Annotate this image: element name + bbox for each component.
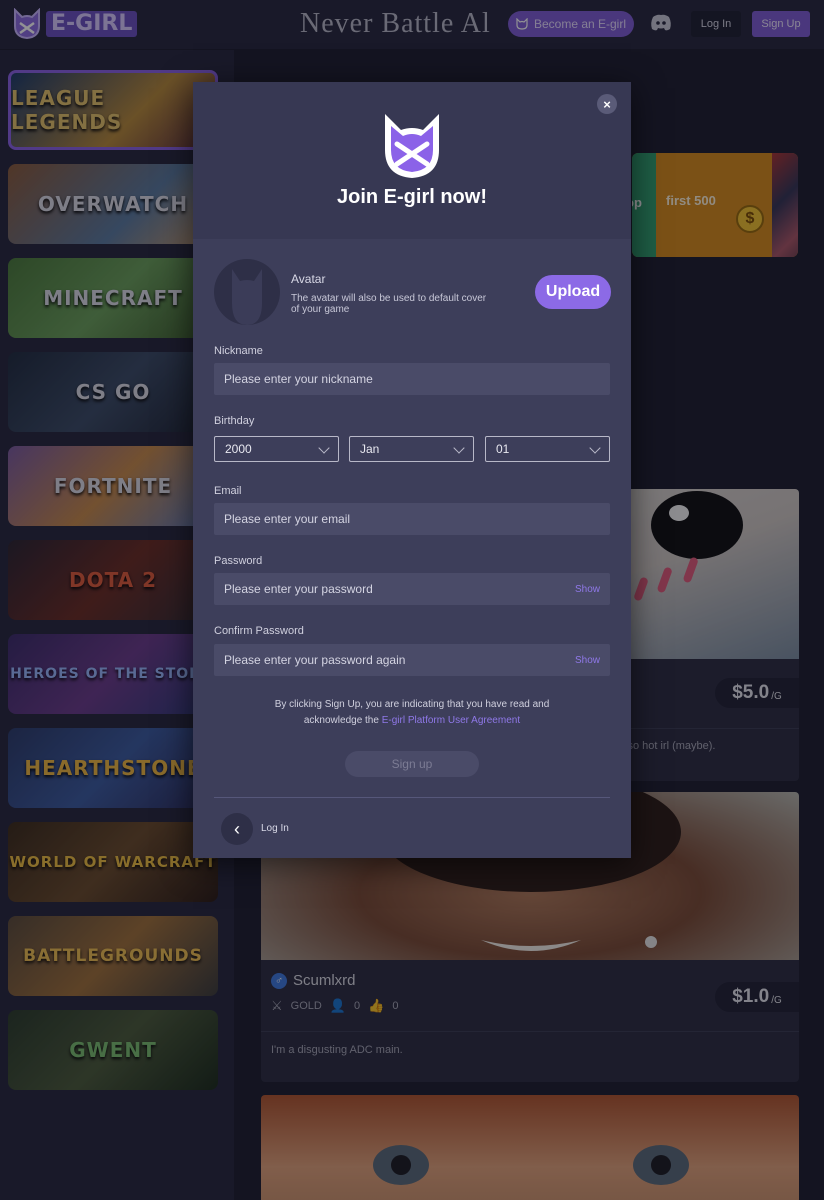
chevron-down-icon	[589, 442, 601, 454]
birthday-label: Birthday	[214, 415, 255, 427]
show-password-toggle[interactable]: Show	[575, 584, 600, 595]
agreement-line-2: acknowledge the E-girl Platform User Agr…	[193, 713, 631, 729]
close-button[interactable]: ×	[597, 94, 617, 114]
email-field[interactable]: Please enter your email	[214, 503, 610, 535]
birth-month-value: Jan	[360, 442, 380, 456]
birth-year-value: 2000	[225, 442, 252, 456]
back-to-login-button[interactable]: ‹	[221, 813, 253, 845]
confirm-password-label: Confirm Password	[214, 625, 304, 637]
chevron-down-icon	[318, 442, 330, 454]
birth-month-select[interactable]: Jan	[349, 436, 474, 462]
chevron-down-icon	[453, 442, 465, 454]
cat-logo-icon	[385, 114, 439, 178]
agreement-line-1: By clicking Sign Up, you are indicating …	[274, 699, 550, 710]
modal-divider	[214, 797, 610, 798]
nickname-label: Nickname	[214, 345, 263, 357]
password-label: Password	[214, 555, 263, 567]
nickname-placeholder: Please enter your nickname	[224, 372, 373, 386]
avatar-hint: The avatar will also be used to default …	[291, 293, 487, 315]
birth-day-value: 01	[496, 442, 510, 456]
chevron-left-icon: ‹	[234, 818, 240, 839]
user-agreement-link[interactable]: E-girl Platform User Agreement	[382, 715, 520, 726]
show-confirm-password-toggle[interactable]: Show	[575, 655, 600, 666]
confirm-password-field[interactable]: Please enter your password again Show	[214, 644, 610, 676]
birth-year-select[interactable]: 2000	[214, 436, 339, 462]
signup-submit-button[interactable]: Sign up	[345, 751, 479, 777]
password-placeholder: Please enter your password	[224, 582, 373, 596]
agreement-text: By clicking Sign Up, you are indicating …	[193, 697, 631, 729]
upload-button[interactable]: Upload	[535, 275, 611, 309]
signup-modal: × Join E-girl now! Avatar The avatar wil…	[193, 82, 631, 858]
confirm-password-placeholder: Please enter your password again	[224, 653, 406, 667]
agreement-prefix: acknowledge the	[303, 715, 379, 726]
birth-day-select[interactable]: 01	[485, 436, 610, 462]
password-field[interactable]: Please enter your password Show	[214, 573, 610, 605]
nickname-field[interactable]: Please enter your nickname	[214, 363, 610, 395]
email-label: Email	[214, 485, 242, 497]
avatar-placeholder-icon	[232, 269, 262, 325]
avatar-preview[interactable]	[214, 259, 280, 325]
modal-title: Join E-girl now!	[337, 186, 487, 208]
back-to-login-label[interactable]: Log In	[261, 823, 289, 834]
avatar-label: Avatar	[291, 272, 326, 286]
email-placeholder: Please enter your email	[224, 512, 351, 526]
